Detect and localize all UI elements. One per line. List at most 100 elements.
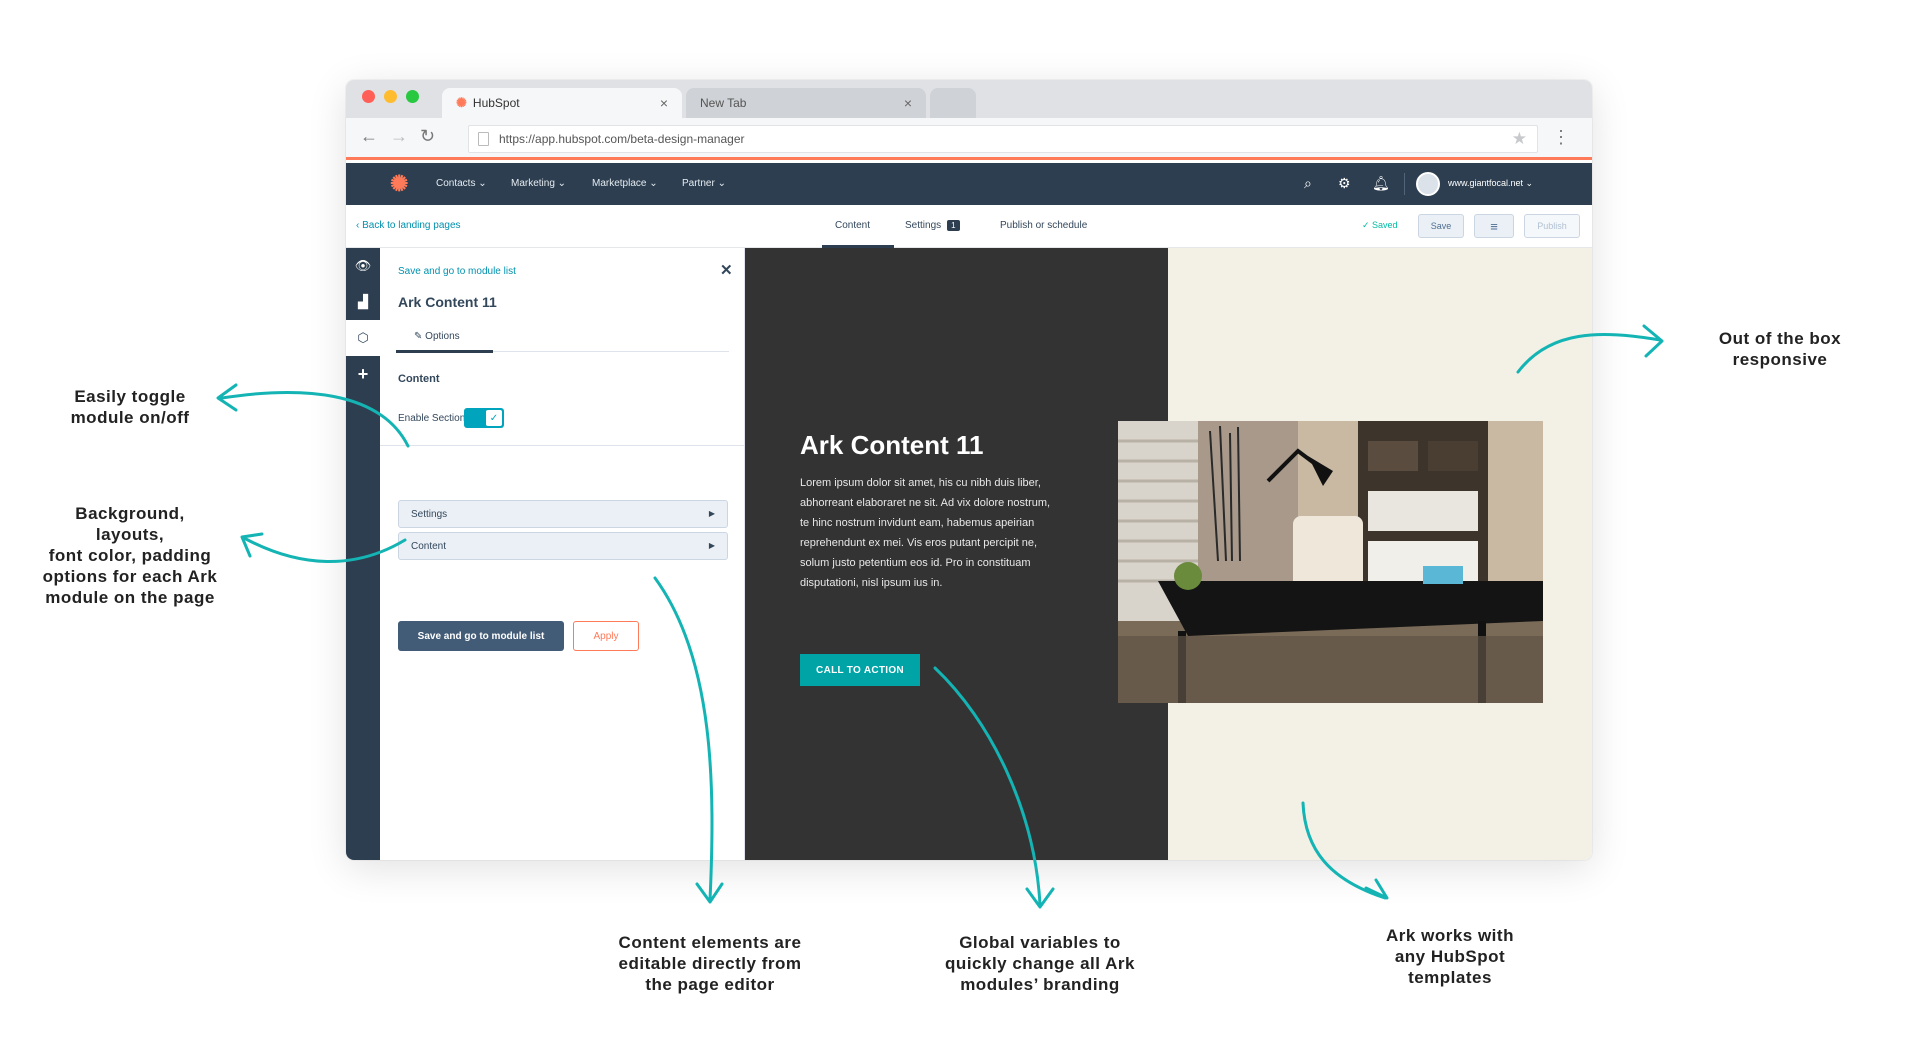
annotation-line: layouts, [95,525,165,544]
tab-content[interactable]: Content [835,220,870,231]
browser-tab-hubspot[interactable]: ✺ HubSpot × [442,88,682,118]
window-controls [362,90,419,103]
tab-publish-or-schedule[interactable]: Publish or schedule [1000,220,1087,231]
nav-partner[interactable]: Partner ⌄ [682,178,726,189]
annotation-line: Easily toggle [74,387,186,406]
call-to-action-button[interactable]: CALL TO ACTION [800,654,920,686]
annotation-line: Global variables to [959,933,1121,952]
page-icon [478,132,489,146]
tab-settings[interactable]: Settings 1 [905,220,960,231]
annotation-background: Background, layouts, font color, padding… [30,503,230,608]
bookmark-star-icon[interactable]: ★ [1512,129,1527,149]
browser-window: ✺ HubSpot × New Tab × ← → ↻ https://app.… [346,80,1592,860]
arrowhead-responsive [1642,324,1664,358]
tab-label: HubSpot [472,96,520,110]
annotation-line: font color, padding [48,546,212,565]
annotation-line: any HubSpot [1394,947,1506,966]
annotation-templates: Ark works with any HubSpot templates [1360,925,1540,988]
office-photo[interactable] [1118,421,1543,703]
accordion-label: Content [411,540,447,552]
enable-section-toggle[interactable]: ✓ [464,408,504,428]
annotation-toggle: Easily toggle module on/off [50,386,210,428]
browser-tab-new[interactable]: New Tab × [686,88,926,118]
options-tab-underline [396,350,493,353]
close-tab-icon[interactable]: × [660,95,668,111]
pencil-icon: ✎ [414,331,426,342]
browser-menu-icon[interactable]: ⋮ [1552,127,1570,148]
tab-settings-label: Settings [905,220,942,231]
search-icon[interactable]: ⌕ [1304,175,1312,192]
hubspot-favicon-icon: ✺ [456,95,467,110]
gear-icon[interactable]: ⚙ [1338,175,1351,192]
save-go-module-list-button[interactable]: Save and go to module list [398,621,564,651]
nav-divider [1404,173,1405,195]
close-tab-icon[interactable]: × [904,95,912,111]
enable-section-label: Enable Section [398,413,466,424]
avatar[interactable] [1416,172,1440,196]
annotation-line: module on the page [45,588,215,607]
preview-title[interactable]: Ark Content 11 [800,430,984,461]
apply-button[interactable]: Apply [573,621,639,651]
address-bar[interactable]: https://app.hubspot.com/beta-design-mana… [468,125,1538,153]
arrowhead-background [240,532,264,558]
close-icon[interactable]: ✕ [720,261,733,279]
tab-options[interactable]: ✎ Options [414,331,460,342]
caret-right-icon: ▶ [708,541,715,550]
account-menu[interactable]: www.giantfocal.net ⌄ [1448,178,1533,189]
annotation-line: responsive [1732,350,1828,369]
annotation-line: module on/off [70,408,190,427]
url-text: https://app.hubspot.com/beta-design-mana… [499,132,745,146]
options-divider [493,351,729,352]
add-icon[interactable]: + [346,356,380,392]
reload-icon[interactable]: ↻ [420,126,435,147]
menu-lines-icon[interactable]: ≡ [1474,214,1514,238]
save-button[interactable]: Save [1418,214,1464,238]
publish-button[interactable]: Publish [1524,214,1580,238]
browser-toolbar: ← → ↻ https://app.hubspot.com/beta-desig… [346,118,1592,160]
annotation-line: templates [1408,968,1492,987]
content-accordion[interactable]: Content ▶ [398,532,728,560]
annotation-line: Background, [75,504,185,523]
annotation-content-elements: Content elements are editable directly f… [600,932,820,995]
nav-marketplace[interactable]: Marketplace ⌄ [592,178,658,189]
nav-marketing[interactable]: Marketing ⌄ [511,178,566,189]
settings-accordion[interactable]: Settings ▶ [398,500,728,528]
tab-label: New Tab [700,96,747,110]
annotation-line: options for each Ark [42,567,218,586]
editor-header: ‹ Back to landing pages Content Settings… [346,205,1592,248]
annotation-line: Ark works with [1386,926,1514,945]
arrowhead-toggle [216,383,238,412]
forward-arrow-icon[interactable]: → [390,126,408,147]
hubspot-sprocket-icon[interactable]: ✺ [390,171,408,197]
preview-body-text[interactable]: Lorem ipsum dolor sit amet, his cu nibh … [800,473,1058,593]
annotation-line: modules’ branding [960,975,1120,994]
maximize-window-button[interactable] [406,90,419,103]
annotation-line: quickly change all Ark [945,954,1135,973]
accordion-label: Settings [411,508,448,520]
minimize-window-button[interactable] [384,90,397,103]
caret-right-icon: ▶ [708,509,715,518]
back-arrow-icon[interactable]: ← [360,126,378,147]
editor-icon-rail: 👁︎ ▟ ⬡ + [346,248,380,860]
eye-icon[interactable]: 👁︎ [346,248,380,284]
save-go-module-list-link[interactable]: Save and go to module list [398,266,516,277]
module-settings-panel: Save and go to module list ✕ Ark Content… [380,248,745,860]
annotation-line: Out of the box [1718,329,1842,348]
annotation-responsive: Out of the box responsive [1690,328,1870,370]
annotation-global-vars: Global variables to quickly change all A… [925,932,1155,995]
arrowhead-global-vars [1025,887,1055,909]
back-to-landing-pages-link[interactable]: ‹ Back to landing pages [356,220,461,231]
panel-divider [380,445,745,446]
arrowhead-templates [1364,878,1389,900]
check-icon: ✓ [486,410,502,426]
nav-contacts[interactable]: Contacts ⌄ [436,178,487,189]
bell-icon[interactable]: 🔔︎ [1372,175,1390,192]
hubspot-top-nav: ✺ Contacts ⌄ Marketing ⌄ Marketplace ⌄ P… [346,163,1592,205]
tab-strip: ✺ HubSpot × New Tab × [346,80,1592,118]
close-window-button[interactable] [362,90,375,103]
module-box-icon[interactable]: ⬡ [346,320,380,356]
module-title: Ark Content 11 [398,294,497,310]
analytics-icon[interactable]: ▟ [346,284,380,320]
annotation-line: the page editor [645,975,775,994]
new-tab-button[interactable] [930,88,976,118]
